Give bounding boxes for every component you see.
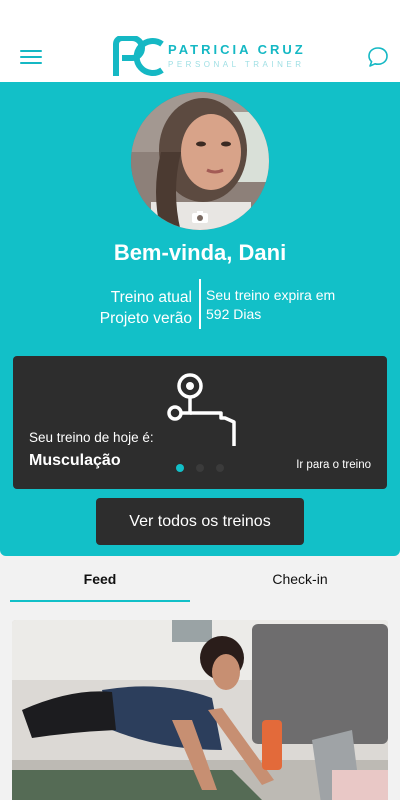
today-workout-card[interactable]: Seu treino de hoje é: Musculação Ir para… — [13, 356, 387, 489]
go-to-workout-link[interactable]: Ir para o treino — [296, 459, 371, 471]
brand-subtitle: PERSONAL TRAINER — [168, 60, 305, 69]
tab-feed[interactable]: Feed — [10, 571, 190, 603]
carousel-dot-3[interactable] — [216, 464, 224, 472]
current-workout-name: Projeto verão — [99, 310, 192, 327]
current-workout: Treino atual Projeto verão — [100, 287, 192, 329]
carousel-dot-1[interactable] — [176, 464, 184, 472]
workout-bench-icon — [167, 373, 236, 446]
current-workout-label: Treino atual — [110, 289, 192, 306]
chat-bubble-icon[interactable] — [366, 45, 390, 69]
welcome-heading: Bem-vinda, Dani — [113, 240, 287, 265]
app-header: PATRICIA CRUZ PERSONAL TRAINER — [0, 0, 400, 82]
feed-post-image[interactable] — [12, 620, 388, 800]
today-workout-title: Musculação — [29, 452, 121, 469]
logo-monogram — [113, 36, 164, 76]
all-workouts-button[interactable]: Ver todos os treinos — [96, 498, 304, 545]
brand-name: PATRICIA CRUZ — [168, 42, 306, 57]
expiry-line-1: Seu treino expira em — [206, 287, 336, 303]
camera-icon[interactable] — [191, 210, 209, 224]
active-tab-indicator — [10, 600, 190, 602]
vertical-divider — [199, 279, 201, 329]
carousel-dot-2[interactable] — [196, 464, 204, 472]
tab-check-in[interactable]: Check-in — [210, 571, 390, 603]
brand-logo: PATRICIA CRUZ PERSONAL TRAINER — [112, 36, 303, 78]
expiry-line-2: 592 Dias — [206, 306, 262, 322]
profile-hero: Bem-vinda, Dani Treino atual Projeto ver… — [0, 82, 400, 556]
today-workout-label: Seu treino de hoje é: — [29, 430, 154, 445]
hamburger-menu-icon[interactable] — [20, 48, 44, 68]
workout-expiry: Seu treino expira em 592 Dias — [206, 286, 335, 324]
